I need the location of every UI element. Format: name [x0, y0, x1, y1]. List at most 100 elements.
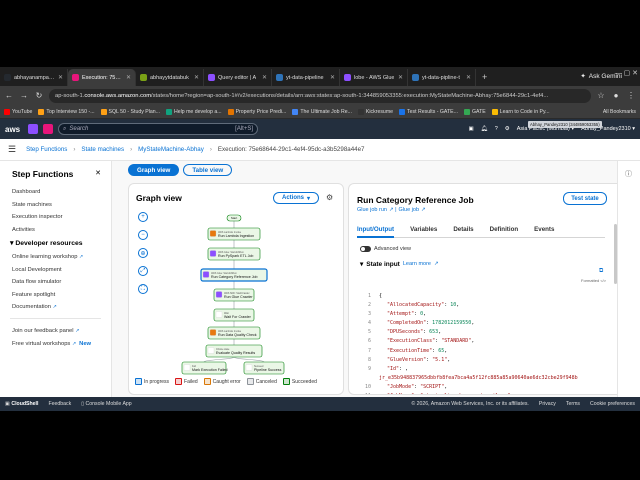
- sidebar-item-free-workshops[interactable]: Free virtual workshops ↗ New: [12, 341, 101, 347]
- bookmark-item[interactable]: The Ultimate Job Re...: [292, 108, 352, 115]
- sidebar-item-state-machines[interactable]: State machines: [12, 202, 101, 208]
- graph-node-wait[interactable]: WaitWait For Crawler: [213, 308, 255, 322]
- bookmark-item[interactable]: GATE: [463, 108, 486, 115]
- glue-job-run-link[interactable]: Glue job run: [357, 207, 387, 213]
- graph-node-lambda[interactable]: AWS Lambda: InvokeRun Lambda Ingestion: [207, 227, 261, 241]
- browser-tab[interactable]: yt-data-pipeline ✕: [272, 69, 340, 86]
- tab-variables[interactable]: Variables: [410, 224, 437, 238]
- back-icon[interactable]: ←: [4, 91, 14, 100]
- zoom-out-icon[interactable]: −: [138, 230, 148, 240]
- reload-icon[interactable]: ↻: [34, 91, 44, 100]
- sidebar-item-activities[interactable]: Activities: [12, 227, 101, 233]
- mobile-app-link[interactable]: ▯ Console Mobile App: [81, 401, 131, 407]
- settings-icon[interactable]: ⚙: [505, 126, 510, 132]
- cloudshell-icon[interactable]: ▣: [469, 126, 474, 132]
- graph-node-start[interactable]: Start: [226, 214, 242, 222]
- step-functions-service-icon[interactable]: [43, 124, 53, 134]
- help-icon[interactable]: ?: [495, 126, 498, 132]
- aws-logo[interactable]: aws: [5, 125, 23, 134]
- graph-node-choice[interactable]: Choice stateEvaluate Quality Results: [205, 344, 263, 358]
- privacy-link[interactable]: Privacy: [539, 401, 556, 407]
- developer-resources-toggle[interactable]: ▾ Developer resources: [10, 239, 101, 247]
- menu-icon[interactable]: ⋮: [626, 91, 636, 100]
- close-tab-icon[interactable]: ✕: [330, 74, 335, 81]
- forward-icon[interactable]: →: [19, 91, 29, 100]
- services-menu-icon[interactable]: [28, 124, 38, 134]
- all-bookmarks[interactable]: All Bookmarks: [603, 109, 636, 115]
- close-tab-icon[interactable]: ✕: [466, 74, 471, 81]
- browser-tab[interactable]: abhayytdatabuk ✕: [136, 69, 204, 86]
- copy-icon[interactable]: ⧉: [599, 268, 603, 275]
- cloudshell-link[interactable]: ▣ CloudShell: [5, 401, 38, 407]
- close-tab-icon[interactable]: ✕: [194, 74, 199, 81]
- sidebar-item-dashboard[interactable]: Dashboard: [12, 189, 101, 195]
- test-state-button[interactable]: Test state: [563, 192, 607, 205]
- close-tab-icon[interactable]: ✕: [58, 74, 63, 81]
- state-input-header[interactable]: ▾ State input Learn more ↗: [360, 260, 439, 269]
- browser-tab[interactable]: abhayanampan(s ✕: [0, 69, 68, 86]
- graph-node-dq[interactable]: AWS Lambda: InvokeRun Data Quality Check: [207, 326, 261, 340]
- graph-node-glue1[interactable]: AWS Glue: StartJobRunRun PySpark ETL Job: [207, 247, 261, 261]
- bookmark-item[interactable]: Top Interview 150 -...: [38, 108, 95, 115]
- zoom-in-icon[interactable]: +: [138, 212, 148, 222]
- new-tab-button[interactable]: +: [476, 69, 493, 86]
- sidebar-item-online-workshop[interactable]: Online learning workshop ↗: [12, 254, 101, 260]
- bookmark-item[interactable]: Property Price Predi...: [227, 108, 286, 115]
- sidebar-item-feedback-panel[interactable]: Join our feedback panel ↗: [12, 328, 101, 334]
- tab-graph-view[interactable]: Graph view: [128, 164, 180, 176]
- close-tab-icon[interactable]: ✕: [126, 74, 131, 81]
- close-tab-icon[interactable]: ✕: [262, 74, 267, 81]
- sidebar-item-execution-inspector[interactable]: Execution inspector: [12, 214, 101, 220]
- hamburger-menu-icon[interactable]: ☰: [8, 144, 16, 155]
- url-field[interactable]: ap-south-1. console.aws.amazon.com/states…: [49, 88, 591, 103]
- bookmark-item[interactable]: SQL 50 - Study Plan...: [100, 108, 160, 115]
- bookmark-item[interactable]: Test Results - GATE...: [399, 108, 458, 115]
- browser-tab[interactable]: Query editor | A ✕: [204, 69, 272, 86]
- window-controls[interactable]: — ▢ ✕: [615, 69, 638, 77]
- center-icon[interactable]: ⊕: [138, 248, 148, 258]
- browser-tab[interactable]: Execution: 75e6... ✕: [68, 69, 136, 86]
- glue-job-link[interactable]: Glue job: [399, 207, 420, 213]
- cookie-preferences-link[interactable]: Cookie preferences: [590, 401, 635, 407]
- settings-icon[interactable]: ⚙: [326, 193, 333, 202]
- bookmark-item[interactable]: YouTube: [4, 108, 32, 115]
- tab-events[interactable]: Events: [534, 224, 554, 238]
- tab-table-view[interactable]: Table view: [183, 164, 233, 176]
- bookmark-item[interactable]: Learn to Code in Py...: [491, 108, 550, 115]
- feedback-link[interactable]: Feedback: [48, 401, 71, 407]
- sidebar-item-local-development[interactable]: Local Development: [12, 267, 101, 273]
- aws-search-input[interactable]: ⌕ Search [Alt+S]: [58, 123, 258, 135]
- bookmark-item[interactable]: Help me develop a...: [165, 108, 222, 115]
- learn-more-link[interactable]: Learn more: [403, 261, 431, 267]
- bookmark-item[interactable]: Kickresume: [357, 108, 393, 115]
- fullscreen-icon[interactable]: ⛶: [138, 284, 148, 294]
- toggle-switch[interactable]: [360, 246, 371, 252]
- graph-node-glue2[interactable]: AWS Glue: StartJobRunRun Category Refere…: [200, 268, 268, 282]
- tab-input-output[interactable]: Input/Output: [357, 224, 395, 238]
- graph-node-succeed[interactable]: SucceedPipeline Success: [243, 361, 285, 375]
- graph-node-fail[interactable]: FailMark Execution Failed: [181, 361, 228, 375]
- tab-definition[interactable]: Definition: [490, 224, 519, 238]
- close-sidebar-icon[interactable]: ✕: [95, 169, 101, 179]
- close-tab-icon[interactable]: ✕: [398, 74, 403, 81]
- graph-node-service-icon: [245, 364, 253, 371]
- advanced-view-toggle[interactable]: Advanced view: [360, 246, 411, 252]
- notifications-icon[interactable]: 🔔︎: [481, 126, 488, 132]
- actions-dropdown[interactable]: Actions ▾: [273, 192, 319, 204]
- tab-details[interactable]: Details: [453, 224, 473, 238]
- bookmark-star-icon[interactable]: ☆: [596, 91, 606, 100]
- graph-node-crawler[interactable]: AWS SDK: StartCrawlerRun Glue Crawler: [213, 288, 255, 302]
- breadcrumb-state-machines[interactable]: State machines: [81, 146, 124, 153]
- breadcrumb-state-machine[interactable]: MyStateMachine-Abhay: [138, 146, 204, 153]
- terms-link[interactable]: Terms: [566, 401, 580, 407]
- format-toggle[interactable]: Formatted </>: [581, 278, 606, 283]
- sidebar-item-feature-spotlight[interactable]: Feature spotlight: [12, 292, 101, 298]
- browser-tab[interactable]: lobe - AWS Glue ✕: [340, 69, 408, 86]
- profile-icon[interactable]: ●: [611, 91, 621, 100]
- breadcrumb-step-functions[interactable]: Step Functions: [26, 146, 67, 153]
- sidebar-item-documentation[interactable]: Documentation ↗: [12, 304, 101, 310]
- fit-icon[interactable]: ⤢: [138, 266, 148, 276]
- browser-tab[interactable]: yt-data-pipline-t ✕: [408, 69, 476, 86]
- sidebar-item-data-flow-simulator[interactable]: Data flow simulator: [12, 279, 101, 285]
- info-icon[interactable]: ⓘ: [625, 169, 632, 179]
